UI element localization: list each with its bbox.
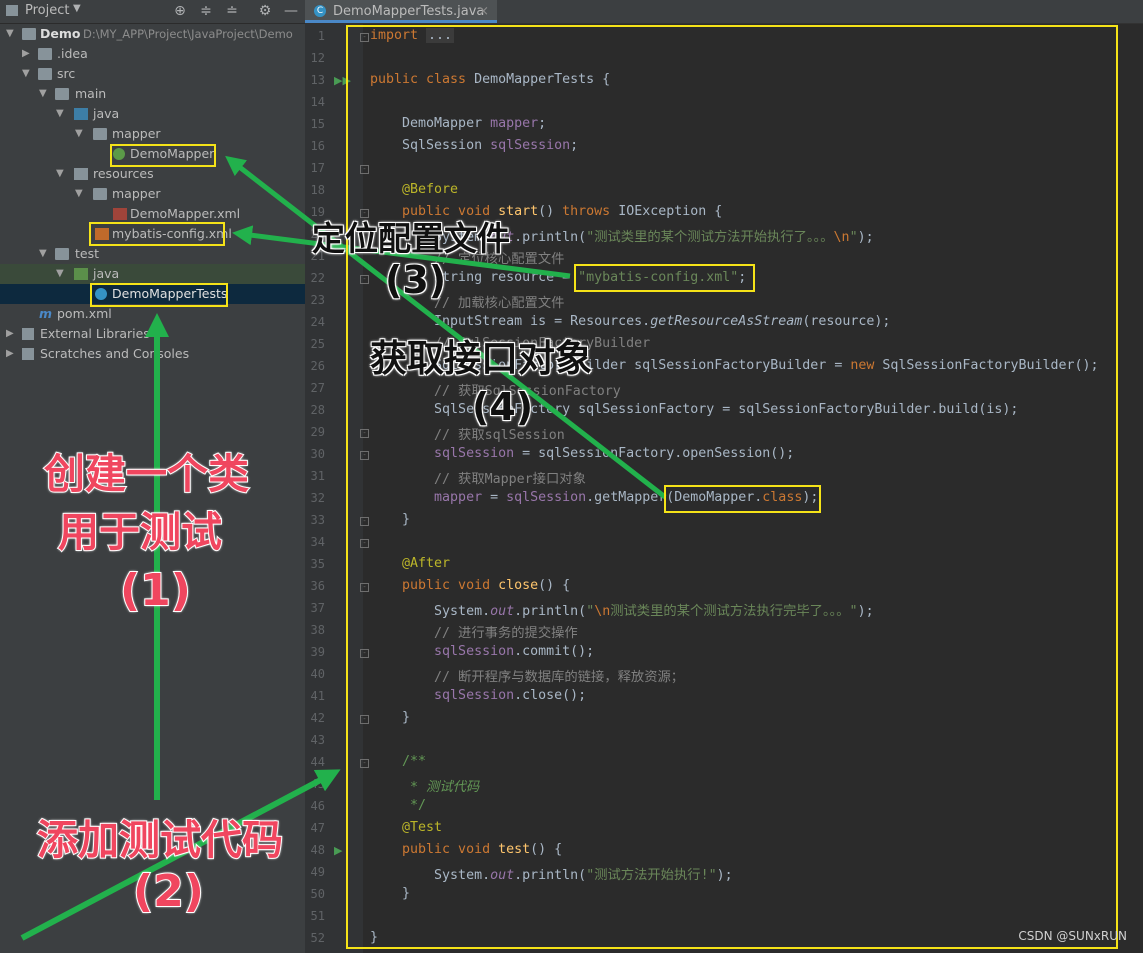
- line-number: 35: [310, 557, 325, 571]
- close-tab-icon[interactable]: ×: [478, 0, 489, 23]
- line-number: 50: [310, 887, 325, 901]
- annotation-add-test-code: 添加测试代码: [36, 815, 284, 865]
- maven-icon: m: [39, 306, 53, 321]
- folder-icon: [55, 88, 69, 100]
- line-number: 36: [310, 579, 325, 593]
- gear-icon[interactable]: ⚙: [256, 2, 274, 20]
- line-number: 39: [310, 645, 325, 659]
- project-path: D:\MY_APP\Project\JavaProject\Demo: [83, 27, 293, 41]
- test-folder-icon: [74, 268, 88, 280]
- line-number: 12: [310, 51, 325, 65]
- tree-item-test[interactable]: ▼ test: [0, 244, 305, 264]
- line-number: 29: [310, 425, 325, 439]
- line-number: 30: [310, 447, 325, 461]
- expand-all-icon[interactable]: ≑: [197, 2, 215, 20]
- line-number: 38: [310, 623, 325, 637]
- tree-item-idea[interactable]: ▶ .idea: [0, 44, 305, 64]
- line-number: 49: [310, 865, 325, 879]
- project-panel-title[interactable]: Project: [25, 3, 69, 18]
- line-number: 17: [310, 161, 325, 175]
- line-number: 52: [310, 931, 325, 945]
- tree-item-external-libraries[interactable]: ▶ External Libraries: [0, 324, 305, 344]
- line-number: 28: [310, 403, 325, 417]
- line-number: 1: [317, 29, 325, 43]
- line-number: 48: [310, 843, 325, 857]
- line-number: 24: [310, 315, 325, 329]
- annotation-step3: (3): [385, 258, 447, 302]
- project-icon: [6, 5, 18, 16]
- line-number: 51: [310, 909, 325, 923]
- locate-icon[interactable]: ⊕: [171, 2, 189, 20]
- line-number: 41: [310, 689, 325, 703]
- annotation-get-interface: 获取接口对象: [370, 337, 592, 380]
- libraries-icon: [22, 328, 34, 340]
- folder-icon: [38, 48, 52, 60]
- tree-item-java-main[interactable]: ▼ java: [0, 104, 305, 124]
- editor-tab-bar: C DemoMapperTests.java ×: [305, 0, 1143, 24]
- line-number: 26: [310, 359, 325, 373]
- module-folder-icon: [22, 28, 36, 40]
- line-number: 32: [310, 491, 325, 505]
- highlight-mybatis-config: [89, 222, 225, 246]
- run-test-icon[interactable]: ▶: [334, 844, 342, 857]
- scratches-icon: [22, 348, 34, 360]
- line-number: 47: [310, 821, 325, 835]
- highlight-config-string: [574, 264, 755, 292]
- line-number: 25: [310, 337, 325, 351]
- line-number: 31: [310, 469, 325, 483]
- annotation-step1: (1): [119, 564, 192, 617]
- chevron-down-icon[interactable]: ▼: [73, 3, 81, 14]
- tree-item-pom[interactable]: m pom.xml: [0, 304, 305, 324]
- highlight-mapper-class: [664, 485, 821, 513]
- package-icon: [93, 128, 107, 140]
- mybatis-xml-icon: [113, 208, 127, 220]
- minimize-icon[interactable]: —: [282, 2, 300, 20]
- line-number: 14: [310, 95, 325, 109]
- tree-item-mapper-package[interactable]: ▼ mapper: [0, 124, 305, 144]
- highlight-demomappertests: [90, 283, 228, 307]
- line-number: 18: [310, 183, 325, 197]
- line-number: 43: [310, 733, 325, 747]
- line-number: 22: [310, 271, 325, 285]
- line-number: 37: [310, 601, 325, 615]
- tree-item-main[interactable]: ▼ main: [0, 84, 305, 104]
- tree-item-src[interactable]: ▼ src: [0, 64, 305, 84]
- tree-item-scratches[interactable]: ▶ Scratches and Consoles: [0, 344, 305, 364]
- line-number: 34: [310, 535, 325, 549]
- folder-icon: [38, 68, 52, 80]
- annotation-locate-config: 定位配置文件: [312, 219, 510, 258]
- tree-item-resources[interactable]: ▼ resources: [0, 164, 305, 184]
- source-folder-icon: [74, 108, 88, 120]
- annotation-step2: (2): [132, 865, 205, 918]
- tree-item-demomapper-xml[interactable]: DemoMapper.xml: [0, 204, 305, 224]
- line-number: 27: [310, 381, 325, 395]
- highlight-demomapper: [110, 144, 216, 167]
- tree-item-demo[interactable]: ▼ Demo D:\MY_APP\Project\JavaProject\Dem…: [0, 24, 305, 44]
- annotation-for-test: 用于测试: [57, 507, 223, 557]
- watermark: CSDN @SUNxRUN: [1018, 929, 1127, 943]
- line-number: 40: [310, 667, 325, 681]
- folder-icon: [93, 188, 107, 200]
- line-number: 45: [310, 777, 325, 791]
- tab-demomappertests[interactable]: C DemoMapperTests.java ×: [305, 0, 497, 23]
- line-number: 16: [310, 139, 325, 153]
- annotation-create-class: 创建一个类: [43, 449, 250, 499]
- tree-item-mapper-resources[interactable]: ▼ mapper: [0, 184, 305, 204]
- line-number: 13: [310, 73, 325, 87]
- folder-icon: [55, 248, 69, 260]
- line-number: 15: [310, 117, 325, 131]
- line-number: 23: [310, 293, 325, 307]
- tree-item-java-test[interactable]: ▼ java: [0, 264, 305, 284]
- class-icon: C: [314, 5, 326, 17]
- collapse-all-icon[interactable]: ≐: [223, 2, 241, 20]
- resources-folder-icon: [74, 168, 88, 180]
- annotation-step4: (4): [472, 385, 534, 429]
- project-panel-header: Project ▼ ⊕ ≑ ≐ ⚙ —: [0, 0, 305, 24]
- line-number: 33: [310, 513, 325, 527]
- line-number: 42: [310, 711, 325, 725]
- line-number: 46: [310, 799, 325, 813]
- line-number: 44: [310, 755, 325, 769]
